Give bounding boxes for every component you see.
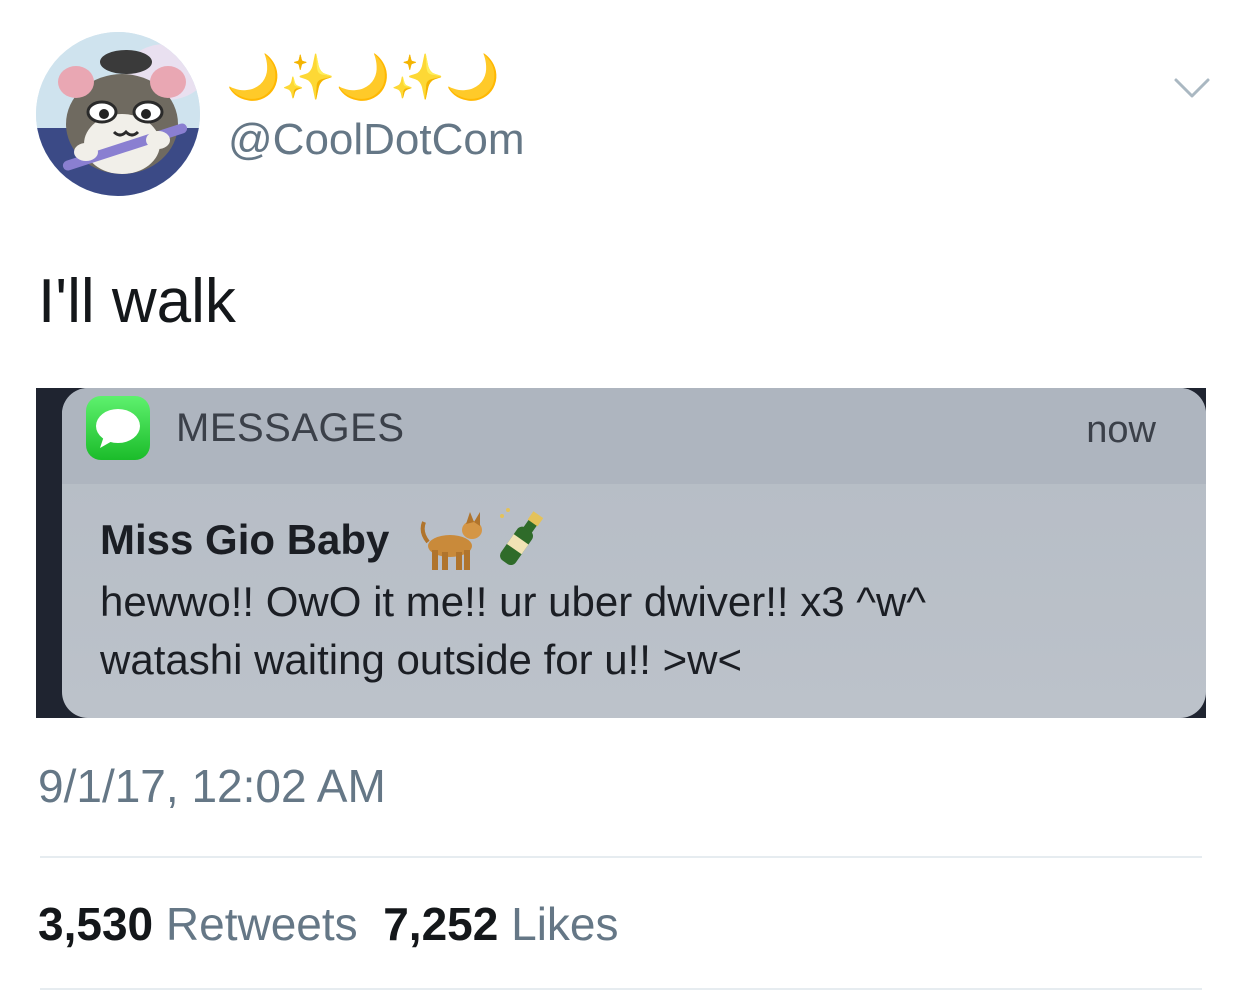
retweets-stat[interactable]: 3,530 Retweets: [38, 898, 358, 950]
display-name[interactable]: 🌙✨🌙✨🌙: [226, 48, 500, 108]
notification-card: MESSAGES now Miss Gio Baby hewwo!! OwO i…: [62, 388, 1206, 718]
chevron-down-icon[interactable]: [1172, 68, 1212, 108]
notification-time: now: [1086, 409, 1156, 451]
tweet-stats: 3,530 Retweets 7,252 Likes: [38, 894, 619, 954]
divider: [40, 856, 1202, 858]
dog-emoji: [420, 512, 482, 570]
divider: [40, 988, 1202, 990]
messages-app-icon: [86, 396, 150, 460]
notification-sender: Miss Gio Baby: [100, 516, 390, 563]
likes-count: 7,252: [383, 898, 499, 950]
user-handle[interactable]: @CoolDotCom: [228, 112, 525, 168]
likes-label: Likes: [511, 898, 619, 950]
tweet-text: I'll walk: [38, 267, 236, 336]
retweets-label: Retweets: [165, 898, 358, 950]
notification-message-line: watashi waiting outside for u!! >w<: [100, 636, 743, 683]
avatar[interactable]: [36, 32, 200, 196]
champagne-emoji: [500, 511, 544, 566]
tweet-timestamp[interactable]: 9/1/17, 12:02 AM: [38, 758, 386, 814]
notification-header: MESSAGES now: [62, 388, 1206, 484]
sender-emoji: [418, 506, 548, 572]
avatar-cartoon-icon: [36, 32, 200, 196]
notification-app-name: MESSAGES: [176, 406, 405, 450]
likes-stat[interactable]: 7,252 Likes: [383, 898, 618, 950]
notification-message-line: hewwo!! OwO it me!! ur uber dwiver!! x3 …: [100, 578, 926, 625]
retweets-count: 3,530: [38, 898, 154, 950]
tweet-media-image[interactable]: MESSAGES now Miss Gio Baby hewwo!! OwO i…: [36, 388, 1206, 718]
